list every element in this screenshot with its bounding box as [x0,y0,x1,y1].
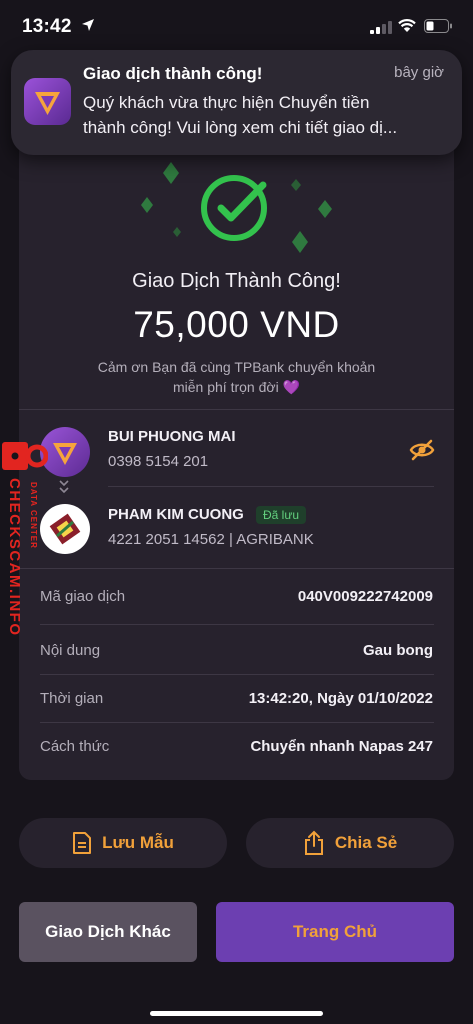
watermark-subtext: DATA CENTER [29,482,38,549]
notification-line-1: Quý khách vừa thực hiện Chuyển tiền [83,93,370,112]
thanks-message: Cảm ơn Bạn đã cùng TPBank chuyển khoản m… [0,357,473,397]
save-template-button[interactable]: Lưu Mẫu [19,818,227,868]
other-transaction-button[interactable]: Giao Dịch Khác [19,902,197,962]
save-template-label: Lưu Mẫu [102,833,174,852]
transaction-id-label: Mã giao dịch [40,588,126,605]
divider [19,409,454,410]
share-icon [304,830,323,855]
diamond-decoration-icon [163,162,179,184]
cellular-signal-icon [370,21,392,34]
method-value: Chuyển nhanh Napas 247 [250,738,433,755]
notification-body: Quý khách vừa thực hiện Chuyển tiền thàn… [83,90,448,140]
time-value: 13:42:20, Ngày 01/10/2022 [248,690,433,707]
divider [108,486,434,487]
notification-banner[interactable]: Giao dịch thành công! bây giờ Quý khách … [11,50,462,155]
content-label: Nội dung [40,642,101,659]
status-bar: 13:42 [0,0,473,52]
wifi-icon [398,19,416,32]
diamond-decoration-icon [291,179,301,191]
home-button[interactable]: Trang Chủ [216,902,454,962]
divider [40,722,434,723]
home-indicator[interactable] [150,1011,323,1016]
content-value: Gau bong [363,642,433,659]
saved-badge: Đã lưu [256,506,307,524]
diamond-decoration-icon [318,200,332,218]
share-label: Chia Sẻ [334,833,398,852]
success-check-icon [201,175,267,241]
success-title: Giao Dịch Thành Công! [132,270,341,292]
watermark-text: CHECKSCAM.INFO [6,478,23,637]
chevron-down-icon [59,480,69,494]
thanks-line-2: miễn phí trọn đời 💜 [173,379,300,395]
agribank-mark-icon [49,513,81,545]
padlock-icon [2,442,48,470]
notification-line-2: thành công! Vui lòng xem chi tiết giao d… [83,118,398,137]
agribank-logo [40,504,90,554]
divider [40,674,434,675]
location-arrow-icon [82,19,94,31]
time-label: Thời gian [40,690,104,707]
share-button[interactable]: Chia Sẻ [246,818,454,868]
status-time: 13:42 [22,16,72,37]
transfer-amount: 75,000 VND [133,304,340,345]
receiver-account: 4221 2051 14562 | AGRIBANK [108,531,314,548]
notification-title: Giao dịch thành công! [83,64,263,83]
sender-name: BUI PHUONG MAI [108,428,236,445]
diamond-decoration-icon [173,227,181,237]
receiver-name: PHAM KIM CUONG [108,506,244,523]
diamond-decoration-icon [292,231,308,253]
divider [19,568,454,569]
method-label: Cách thức [40,738,110,755]
document-icon [73,832,92,854]
tpbank-mark-icon [35,92,60,115]
thanks-line-1: Cảm ơn Bạn đã cùng TPBank chuyển khoản [97,359,376,375]
transaction-id-value: 040V009222742009 [297,588,433,605]
hide-balance-eye-icon[interactable] [409,438,435,462]
battery-icon [424,19,452,33]
diamond-decoration-icon [141,197,153,213]
divider [40,624,434,625]
tpbank-app-icon [24,78,71,125]
notification-time: bây giờ [394,64,444,81]
sender-account: 0398 5154 201 [108,453,209,470]
